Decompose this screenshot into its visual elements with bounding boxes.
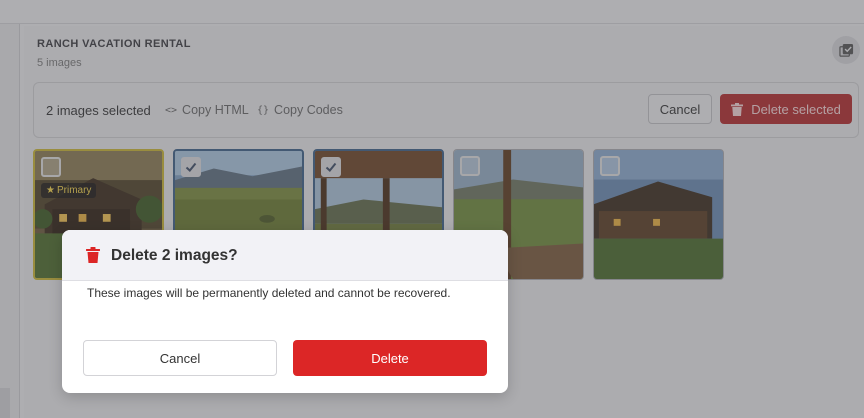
dialog-title: Delete 2 images? [111, 247, 238, 264]
delete-confirm-dialog: Delete 2 images? These images will be pe… [62, 230, 508, 393]
dialog-cancel-button[interactable]: Cancel [83, 340, 277, 376]
dialog-message: These images will be permanently deleted… [87, 286, 451, 300]
dialog-header: Delete 2 images? [62, 230, 508, 281]
trash-icon [86, 247, 100, 263]
dialog-delete-button[interactable]: Delete [293, 340, 487, 376]
